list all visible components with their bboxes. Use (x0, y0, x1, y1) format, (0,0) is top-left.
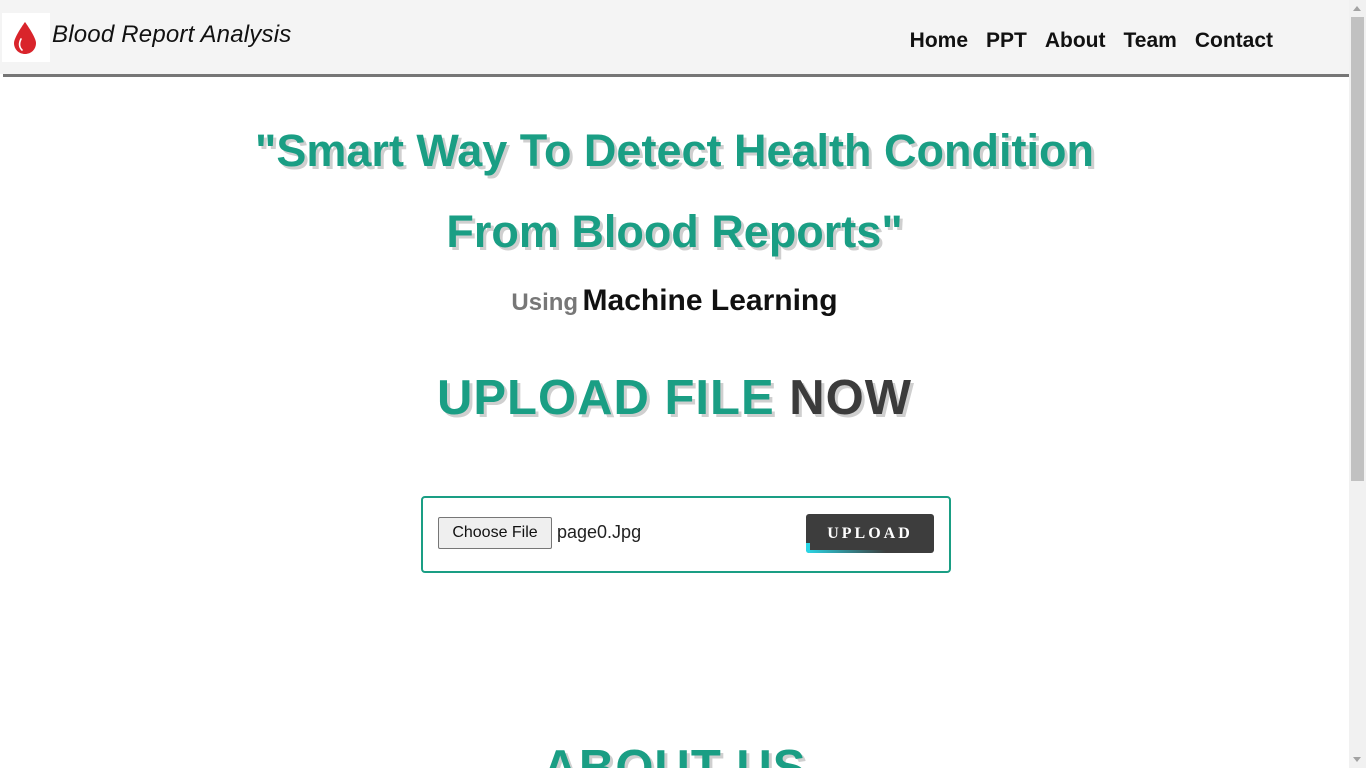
scroll-thumb[interactable] (1351, 17, 1364, 481)
tagline-line-1: "Smart Way To Detect Health Condition (255, 125, 1094, 176)
site-header: Blood Report Analysis Home PPT About Tea… (0, 0, 1349, 74)
main-nav: Home PPT About Team Contact (910, 29, 1273, 53)
tagline-line-2: From Blood Reports" (446, 206, 903, 257)
upload-heading-dark: NOW (789, 371, 913, 425)
nav-team[interactable]: Team (1124, 29, 1177, 53)
scroll-up-arrow-icon[interactable] (1353, 6, 1361, 11)
header-divider (3, 74, 1349, 77)
upload-button[interactable]: UPLOAD (806, 514, 934, 553)
upload-heading-accent: UPLOAD FILE (436, 371, 775, 425)
about-heading: ABOUT US (542, 741, 807, 768)
nav-about[interactable]: About (1045, 29, 1106, 53)
using-prefix: Using (511, 289, 579, 316)
nav-contact[interactable]: Contact (1195, 29, 1273, 53)
upload-button-accent-line (806, 550, 886, 553)
page: Blood Report Analysis Home PPT About Tea… (0, 0, 1349, 768)
brand-title[interactable]: Blood Report Analysis (52, 21, 291, 49)
logo[interactable] (2, 13, 50, 62)
upload-button-label: UPLOAD (827, 525, 913, 542)
page-scrollbar[interactable] (1349, 0, 1366, 768)
nav-home[interactable]: Home (910, 29, 968, 53)
selected-file-name: page0.Jpg (557, 522, 642, 542)
using-subtitle: Using Machine Learning (0, 284, 1349, 318)
scroll-down-arrow-icon[interactable] (1353, 757, 1361, 762)
choose-file-button[interactable]: Choose File (438, 517, 552, 549)
upload-form: Choose File page0.Jpg UPLOAD (421, 496, 951, 573)
using-highlight: Machine Learning (582, 284, 838, 317)
blood-drop-icon (14, 22, 36, 54)
hero-tagline: "Smart Way To Detect Health Condition Fr… (0, 110, 1349, 272)
nav-ppt[interactable]: PPT (986, 29, 1027, 53)
upload-heading: UPLOAD FILE NOW (0, 370, 1349, 426)
